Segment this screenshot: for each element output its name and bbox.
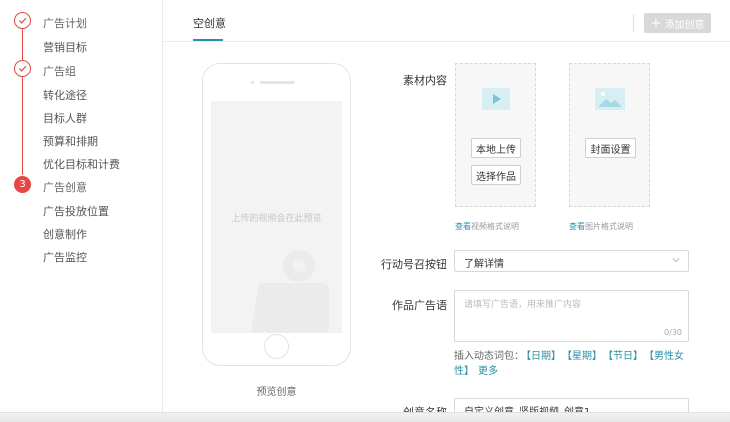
cta-select[interactable]: 了解详情 <box>454 250 689 272</box>
sidebar-item-placement[interactable]: 广告投放位置 <box>43 203 109 219</box>
cover-settings-button[interactable]: 封面设置 <box>585 138 636 158</box>
chevron-down-icon <box>672 258 680 263</box>
phone-preview: 上传的视频会在此预览 <box>202 63 351 366</box>
video-upload-box[interactable]: 本地上传 选择作品 <box>455 63 536 207</box>
divider <box>633 14 634 32</box>
choose-work-button[interactable]: 选择作品 <box>471 165 521 185</box>
preview-screen: 上传的视频会在此预览 <box>211 101 342 333</box>
step-connector <box>22 77 23 175</box>
cover-upload-box[interactable]: 封面设置 <box>569 63 650 207</box>
dynamic-tag-holiday[interactable]: 【节日】 <box>608 351 643 362</box>
sidebar-item-marketing-goal[interactable]: 营销目标 <box>43 39 87 55</box>
ad-text-input[interactable]: 请填写广告语，用来推广内容 0/30 <box>454 290 689 342</box>
creative-tab-bar: 空创意 + 添加创意 <box>163 0 730 42</box>
sidebar-item-budget[interactable]: 预算和排期 <box>43 133 98 149</box>
material-label: 素材内容 <box>403 74 447 87</box>
dynamic-word-prefix: 插入动态词包： <box>454 351 524 362</box>
plus-icon: + <box>650 15 662 31</box>
check-icon <box>14 12 31 29</box>
preview-label: 预览创意 <box>256 387 297 398</box>
cta-selected-value: 了解详情 <box>464 259 504 270</box>
sidebar-item-monitor[interactable]: 广告监控 <box>43 249 87 265</box>
dynamic-more-link[interactable]: 更多 <box>478 366 498 377</box>
video-icon <box>482 88 510 110</box>
char-counter: 0/30 <box>664 328 682 337</box>
dynamic-tag-weekday[interactable]: 【星期】 <box>567 351 602 362</box>
sidebar-item-billing[interactable]: 优化目标和计费 <box>43 156 120 172</box>
phone-speaker <box>260 81 295 84</box>
sidebar-item-campaign[interactable]: 广告计划 <box>43 15 87 31</box>
tab-active-indicator <box>193 39 223 41</box>
step-connector <box>22 26 23 62</box>
phone-camera <box>251 81 254 84</box>
dynamic-word-row: 插入动态词包： 【日期】 【星期】 【节日】 【男性女性】 更多 <box>454 349 694 379</box>
sidebar-item-creative[interactable]: 广告创意 <box>43 179 87 195</box>
tab-empty-creative[interactable]: 空创意 <box>193 15 226 31</box>
image-format-help-text: 图片格式说明 <box>585 222 633 231</box>
video-format-help-text: 视频格式说明 <box>471 222 519 231</box>
local-upload-button[interactable]: 本地上传 <box>471 138 521 158</box>
add-creative-button[interactable]: + 添加创意 <box>644 13 711 33</box>
view-link: 查看 <box>455 222 471 231</box>
step-sidebar: 3 广告计划 营销目标 广告组 转化途径 目标人群 预算和排期 优化目标和计费 … <box>0 0 163 412</box>
ad-text-placeholder: 请填写广告语，用来推广内容 <box>464 300 582 310</box>
sidebar-item-audience[interactable]: 目标人群 <box>43 110 87 126</box>
view-link: 查看 <box>569 222 585 231</box>
image-icon <box>595 88 625 110</box>
cta-label: 行动号召按钮 <box>381 258 447 271</box>
add-creative-label: 添加创意 <box>664 19 705 31</box>
sidebar-item-conversion[interactable]: 转化途径 <box>43 87 87 103</box>
step-number-badge: 3 <box>14 176 31 193</box>
check-icon <box>14 60 31 77</box>
image-format-help-link[interactable]: 查看图片格式说明 <box>569 221 633 232</box>
dynamic-tag-date[interactable]: 【日期】 <box>526 351 561 362</box>
page-bottom-edge <box>0 412 730 422</box>
sidebar-item-ad-group[interactable]: 广告组 <box>43 63 76 79</box>
phone-home-button <box>264 334 289 359</box>
ad-text-label: 作品广告语 <box>392 299 447 312</box>
sidebar-item-creative-make[interactable]: 创意制作 <box>43 226 87 242</box>
preview-placeholder: 上传的视频会在此预览 <box>231 214 322 224</box>
video-format-help-link[interactable]: 查看视频格式说明 <box>455 221 519 232</box>
